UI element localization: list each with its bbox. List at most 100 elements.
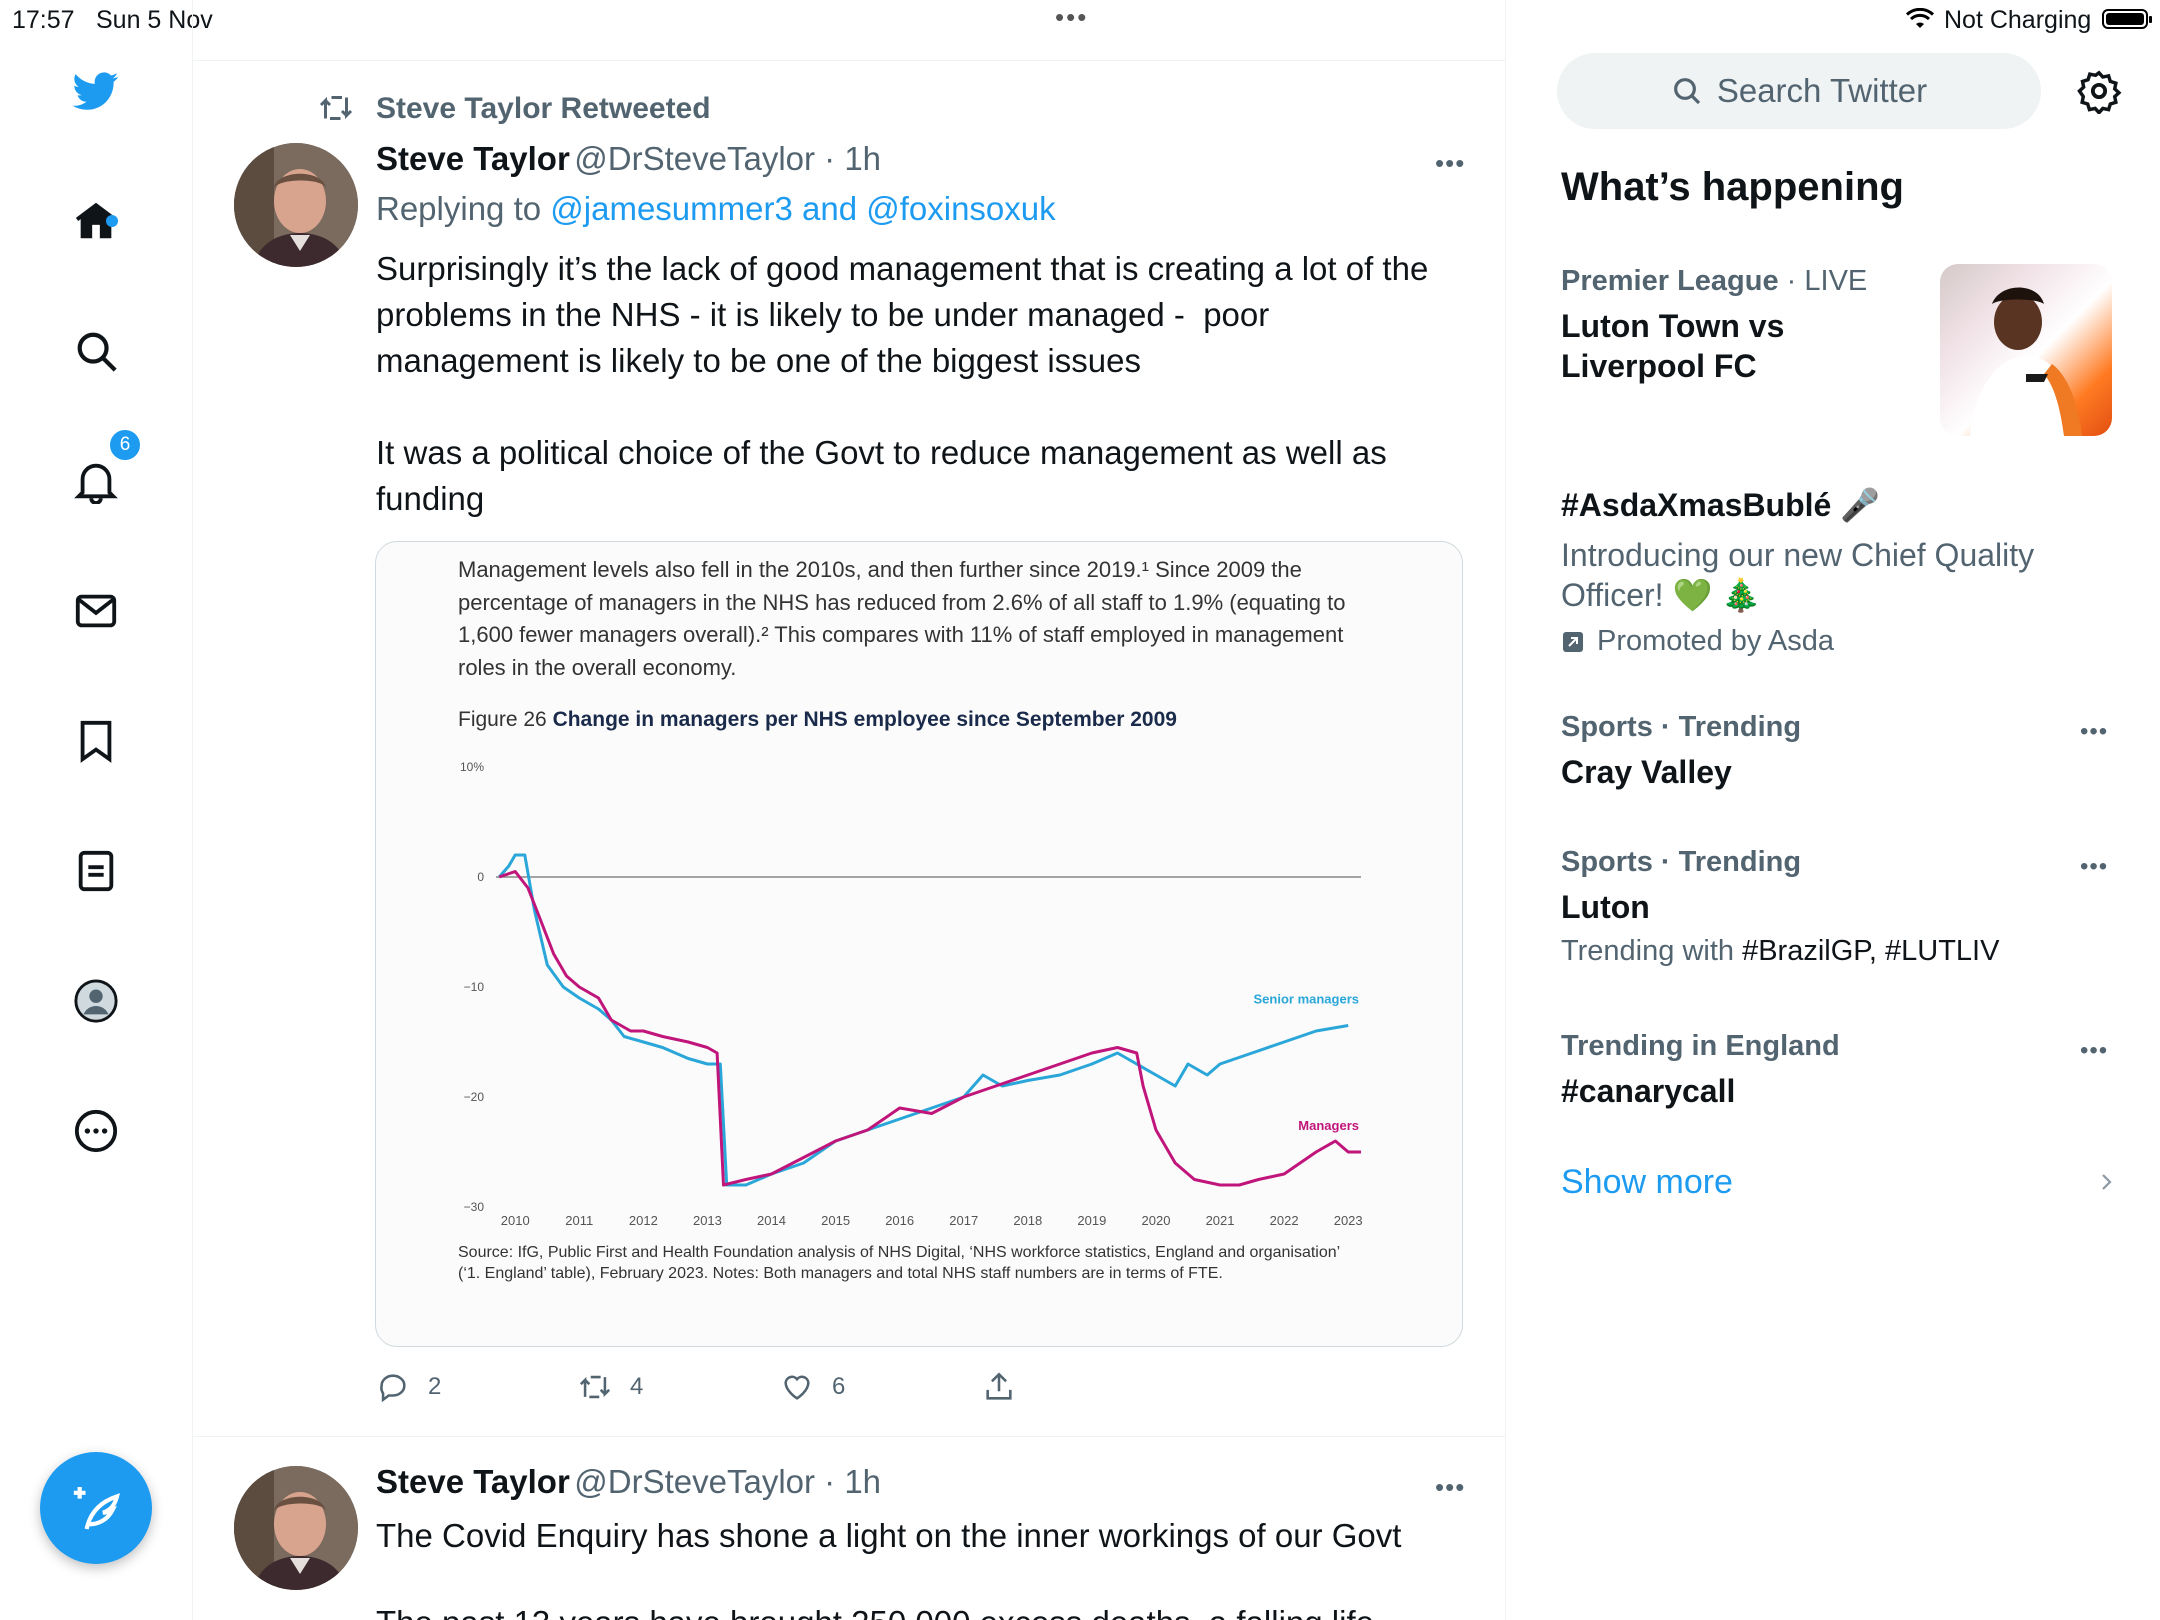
settings-gear-icon[interactable] <box>2076 68 2122 116</box>
figure-source: Source: IfG, Public First and Health Fou… <box>458 1244 1340 1282</box>
x-tick-label: 2021 <box>1206 1213 1235 1227</box>
trend-headline: #AsdaXmasBublé 🎤 <box>1561 487 1881 523</box>
trend-item-canarycall[interactable]: Trending in England #canarycall <box>1561 1030 2121 1111</box>
x-tick-label: 2011 <box>565 1213 593 1227</box>
more-icon[interactable] <box>70 1105 122 1157</box>
trending-with-tags[interactable]: #BrazilGP, #LUTLIV <box>1742 935 1999 967</box>
trend-more-button[interactable]: ••• <box>2080 853 2108 881</box>
profile-icon[interactable] <box>70 975 122 1027</box>
search-icon <box>1673 78 1700 105</box>
figure-title: Change in managers per NHS employee sinc… <box>552 708 1177 731</box>
trend-more-button[interactable]: ••• <box>2080 1037 2108 1065</box>
trend-category: Premier League <box>1561 265 1779 297</box>
twitter-logo-icon[interactable] <box>70 65 122 117</box>
tweet-more-button[interactable]: ••• <box>1435 1472 1465 1503</box>
author-handle-time[interactable]: @DrSteveTaylor · 1h <box>574 1463 881 1500</box>
retweet-count: 4 <box>630 1373 644 1400</box>
trend-meta: Premier League · LIVE <box>1561 265 1921 298</box>
figure-caption: Figure 26 Change in managers per NHS emp… <box>458 708 1177 732</box>
x-tick-label: 2014 <box>757 1213 786 1227</box>
timeline-top-divider <box>192 60 1506 61</box>
tweet-more-button[interactable]: ••• <box>1435 148 1465 179</box>
trend-item-asda-promoted[interactable]: #AsdaXmasBublé 🎤 Introducing our new Chi… <box>1561 485 2101 658</box>
replying-to: Replying to @jamesummer3 and @foxinsoxuk <box>376 190 1056 228</box>
trend-more-button[interactable]: ••• <box>2080 718 2108 746</box>
share-button[interactable] <box>982 1370 1016 1404</box>
x-tick-label: 2020 <box>1142 1213 1171 1227</box>
tweet-divider <box>192 1436 1506 1437</box>
share-icon <box>986 1372 1012 1400</box>
trend-meta: Sports · Trending <box>1561 846 1802 878</box>
author-handle-time[interactable]: @DrSteveTaylor · 1h <box>574 140 881 177</box>
x-tick-label: 2016 <box>885 1213 914 1227</box>
retweet-icon <box>579 1375 611 1399</box>
series-label: Managers <box>1298 1118 1359 1133</box>
compose-tweet-button[interactable] <box>40 1452 152 1564</box>
chevron-right-icon[interactable] <box>2094 1170 2118 1199</box>
y-tick-label: −30 <box>464 1200 485 1214</box>
trend-item-luton-liverpool[interactable]: Premier League · LIVE Luton Town vs Live… <box>1561 265 1921 386</box>
lists-icon[interactable] <box>70 845 122 897</box>
line-chart: 10% 0 −10 −20 −30 2010 2011 2012 2013 2014 2015 201… <box>460 760 1363 1227</box>
retweeted-by-label: Steve Taylor Retweeted <box>376 92 711 125</box>
trend-item-cray-valley[interactable]: Sports · Trending Cray Valley <box>1561 711 2121 792</box>
x-tick-label: 2015 <box>821 1213 850 1227</box>
trend-live: · LIVE <box>1778 265 1868 297</box>
replying-prefix: Replying to <box>376 190 551 227</box>
tweet-media-image[interactable]: Management levels also fell in the 2010s… <box>375 541 1463 1347</box>
promoted-by: Promoted by Asda <box>1597 625 1834 657</box>
like-button[interactable]: 6 <box>780 1370 845 1404</box>
status-time: 17:57 <box>12 6 75 34</box>
bookmark-icon[interactable] <box>70 715 122 767</box>
series-label: Senior managers <box>1254 992 1360 1007</box>
x-tick-label: 2012 <box>629 1213 658 1227</box>
promoted-icon <box>1563 631 1583 652</box>
tweet-text: The Covid Enquiry has shone a light on t… <box>376 1517 1402 1554</box>
retweet-indicator-icon <box>318 90 354 126</box>
y-tick-label: 0 <box>477 870 484 884</box>
x-tick-label: 2010 <box>501 1213 530 1227</box>
mail-icon[interactable] <box>70 585 122 637</box>
whats-happening-title: What’s happening <box>1561 165 1904 209</box>
y-tick-label: 10% <box>460 760 484 774</box>
compose-feather-icon <box>73 1487 120 1530</box>
series-line-managers <box>498 870 1361 1187</box>
trending-with-prefix: Trending with <box>1561 935 1743 967</box>
x-tick-label: 2018 <box>1013 1213 1042 1227</box>
trend-thumbnail-image[interactable] <box>1940 264 2112 436</box>
x-tick-label: 2017 <box>949 1213 978 1227</box>
trend-item-luton[interactable]: Sports · Trending Luton Trending with #B… <box>1561 846 2121 968</box>
heart-icon <box>784 1375 810 1400</box>
tweet-header: Steve Taylor @DrSteveTaylor · 1h <box>376 1463 881 1501</box>
avatar[interactable] <box>234 143 358 267</box>
search-input[interactable]: Search Twitter <box>1557 53 2041 129</box>
tweet-header: Steve Taylor @DrSteveTaylor · 1h <box>376 140 881 178</box>
trend-headline: Luton Town vs Liverpool FC <box>1561 308 1785 384</box>
figure-label: Figure 26 <box>458 708 547 731</box>
trending-with: Trending with #BrazilGP, #LUTLIV <box>1561 935 2121 968</box>
retweet-button[interactable]: 4 <box>578 1370 643 1404</box>
wifi-icon <box>1905 7 1935 37</box>
avatar[interactable] <box>234 1466 358 1590</box>
side-navigation: 6 <box>0 40 192 1620</box>
charging-status: Not Charging <box>1944 6 2092 34</box>
reply-count: 2 <box>428 1373 442 1400</box>
media-paragraph: Management levels also fell in the 2010s… <box>458 557 1346 680</box>
notifications-badge: 6 <box>108 428 142 462</box>
bell-icon[interactable] <box>70 455 122 507</box>
replying-to-handles[interactable]: @jamesummer3 and @foxinsoxuk <box>550 190 1055 227</box>
x-tick-label: 2013 <box>693 1213 722 1227</box>
search-icon[interactable] <box>70 325 122 377</box>
tweet-text: Surprisingly it’s the lack of good manag… <box>376 250 1429 517</box>
trend-description: Introducing our new Chief Quality Office… <box>1561 537 2035 613</box>
reply-button[interactable]: 2 <box>376 1370 441 1404</box>
y-tick-label: −20 <box>464 1090 485 1104</box>
trend-meta: Sports · Trending <box>1561 711 1802 743</box>
trend-meta: Trending in England <box>1561 1030 1840 1062</box>
x-tick-label: 2019 <box>1077 1213 1106 1227</box>
x-tick-label: 2022 <box>1270 1213 1299 1227</box>
author-name[interactable]: Steve Taylor <box>376 140 570 177</box>
show-more-link[interactable]: Show more <box>1561 1163 1733 1202</box>
author-name[interactable]: Steve Taylor <box>376 1463 570 1500</box>
x-tick-label: 2023 <box>1334 1213 1363 1227</box>
